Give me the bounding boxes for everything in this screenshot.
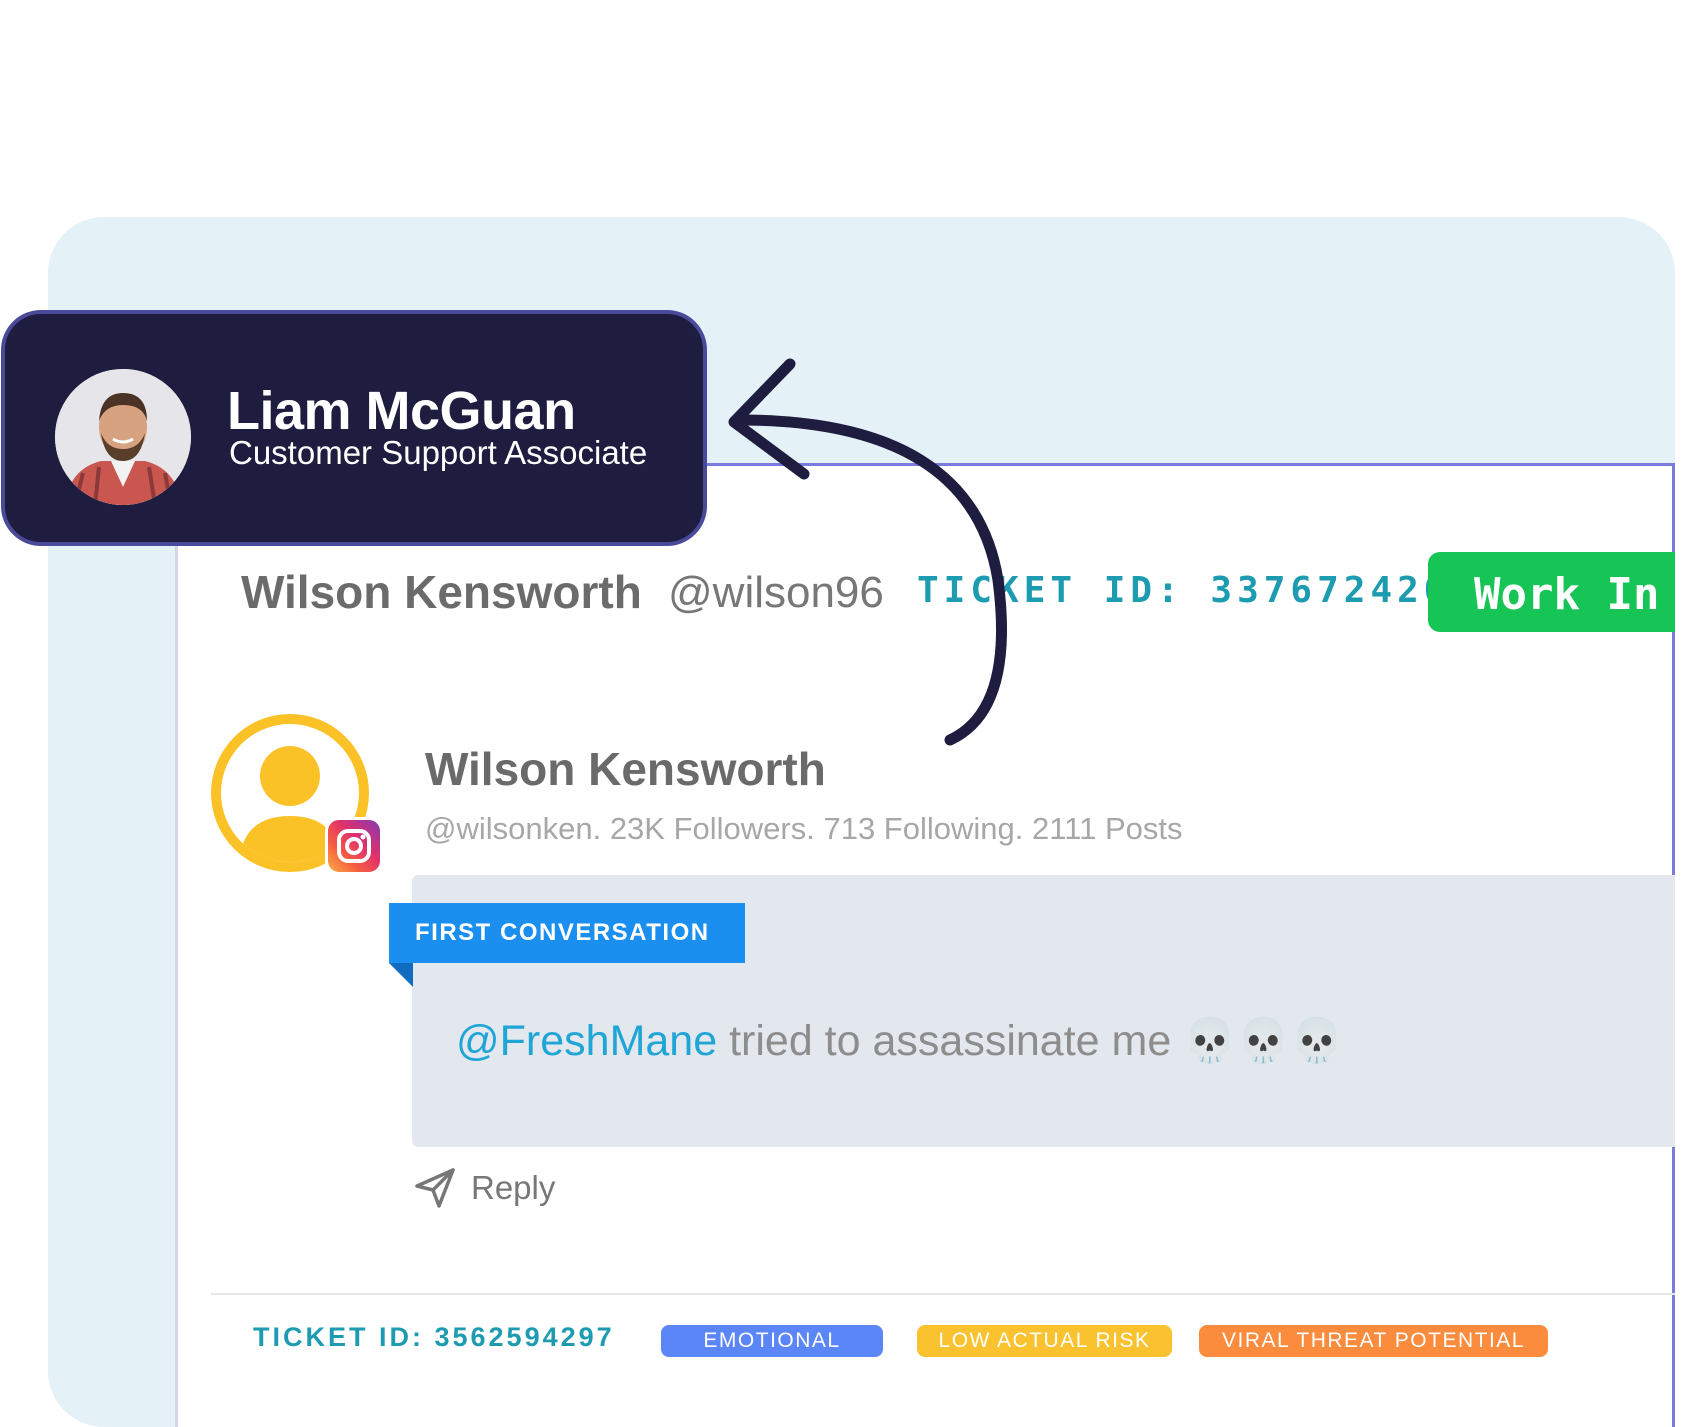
- message-body: tried to assassinate me 💀💀💀: [717, 1017, 1344, 1065]
- agent-avatar: [55, 369, 191, 505]
- reply-label: Reply: [471, 1169, 556, 1206]
- mention-link[interactable]: @FreshMane: [456, 1017, 717, 1065]
- divider: [211, 1293, 1675, 1295]
- badge-viral-threat-potential: VIRAL THREAT POTENTIAL: [1199, 1325, 1548, 1357]
- agent-photo-icon: [55, 369, 191, 505]
- badge-emotional: EMOTIONAL: [661, 1325, 883, 1357]
- agent-card: Liam McGuan Customer Support Associate: [1, 310, 707, 546]
- agent-name: Liam McGuan: [227, 381, 576, 441]
- message-text: @FreshMane tried to assassinate me 💀💀💀: [456, 1016, 1344, 1066]
- status-badge[interactable]: Work In: [1428, 552, 1675, 632]
- ticket-id-bottom: TICKET ID: 3562594297: [253, 1322, 615, 1352]
- post-author-name: Wilson Kensworth: [425, 743, 826, 795]
- instagram-glyph-icon: [337, 829, 371, 863]
- status-label: Work In: [1474, 569, 1660, 620]
- first-conversation-tag: FIRST CONVERSATION: [389, 903, 745, 963]
- curved-arrow-icon: [728, 358, 1008, 746]
- instagram-icon: [325, 817, 383, 875]
- agent-role: Customer Support Associate: [229, 434, 648, 471]
- badge-low-actual-risk: LOW ACTUAL RISK: [917, 1325, 1172, 1357]
- reply-button[interactable]: Reply: [413, 1166, 555, 1210]
- tag-fold: [389, 963, 413, 987]
- ticket-customer-name: Wilson Kensworth: [241, 566, 642, 618]
- send-icon: [415, 1168, 455, 1208]
- post-author-meta: @wilsonken. 23K Followers. 713 Following…: [425, 811, 1183, 846]
